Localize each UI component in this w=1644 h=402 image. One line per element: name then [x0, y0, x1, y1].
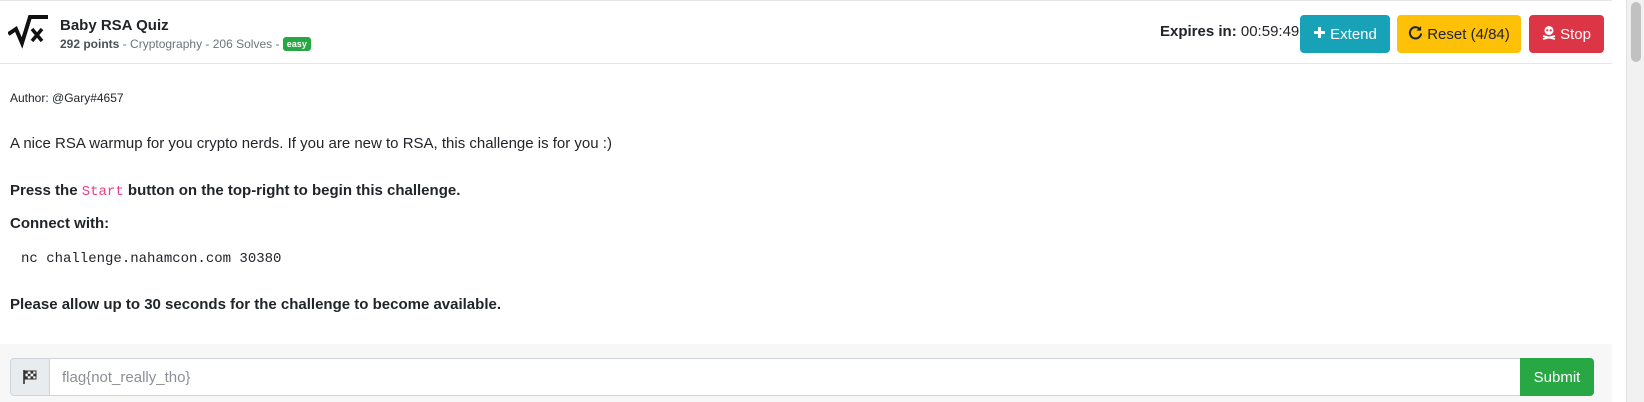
meta-separator: - [119, 37, 131, 51]
extend-button[interactable]: Extend [1300, 15, 1390, 53]
expires-label: Expires in [1160, 23, 1232, 40]
press-start-instruction: Press the Start button on the top-right … [10, 182, 460, 200]
meta-separator: - [272, 37, 283, 51]
connect-command: nc challenge.nahamcon.com 30380 [21, 251, 282, 267]
challenge-header: Baby RSA Quiz 292 points - Cryptography … [0, 0, 1612, 64]
challenge-category: Cryptography [130, 37, 203, 51]
challenge-title: Baby RSA Quiz [60, 17, 169, 34]
reset-label: Reset (4/84) [1427, 25, 1510, 43]
challenge-description: Author: @Gary#4657 A nice RSA warmup for… [0, 64, 1612, 344]
allow-notice: Please allow up to 30 seconds for the ch… [10, 296, 501, 313]
flag-submission: Submit [0, 344, 1612, 402]
stop-button[interactable]: Stop [1529, 15, 1604, 53]
scrollbar-thumb[interactable] [1631, 2, 1641, 62]
challenge-page: Baby RSA Quiz 292 points - Cryptography … [0, 0, 1644, 402]
flag-input[interactable] [50, 358, 1520, 396]
challenge-meta: 292 points - Cryptography - 206 Solves -… [60, 37, 311, 51]
challenge-card: Baby RSA Quiz 292 points - Cryptography … [0, 0, 1612, 402]
expires-time: 00:59:49 [1240, 23, 1300, 40]
expires-timer: Expires in: 00:59:49 [1160, 23, 1299, 40]
page-scrollbar[interactable] [1626, 0, 1644, 402]
sqrt-x-icon [7, 13, 48, 49]
challenge-points: 292 points [60, 37, 120, 51]
reset-button[interactable]: Reset (4/84) [1397, 15, 1521, 53]
flag-input-group: Submit [10, 358, 1594, 396]
press-suffix: button on the top-right to begin this ch… [123, 182, 461, 199]
expires-colon: : [1231, 23, 1237, 40]
stop-label: Stop [1560, 25, 1591, 43]
description-text: A nice RSA warmup for you crypto nerds. … [10, 135, 612, 152]
author-line: Author: @Gary#4657 [10, 91, 124, 105]
plus-icon [1313, 26, 1326, 43]
meta-separator: - [202, 37, 213, 51]
connect-label: Connect with: [10, 215, 110, 232]
submit-button[interactable]: Submit [1520, 358, 1594, 396]
challenge-solves: 206 Solves [212, 37, 273, 51]
refresh-icon [1408, 25, 1423, 44]
extend-label: Extend [1330, 25, 1377, 43]
checkered-flag-icon [10, 358, 50, 396]
start-code: Start [81, 184, 124, 200]
press-prefix: Press the [10, 182, 82, 199]
difficulty-badge: easy [282, 37, 311, 51]
skull-icon [1542, 25, 1556, 44]
